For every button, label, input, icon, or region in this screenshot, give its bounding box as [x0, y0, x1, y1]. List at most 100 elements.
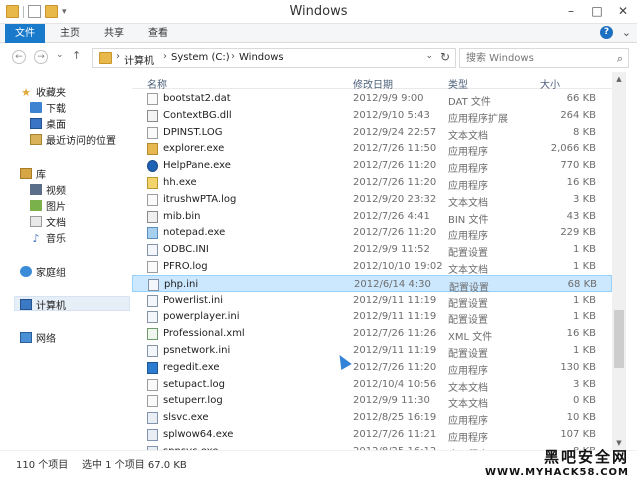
table-row[interactable]: php.ini 2012/6/14 4:30 配置设置 68 KB: [132, 274, 612, 294]
file-type: 应用程序: [448, 231, 488, 243]
file-type: DAT 文件: [448, 97, 491, 108]
table-row[interactable]: setupact.log 2012/10/4 10:56 文本文档 3 KB: [132, 376, 612, 394]
table-row[interactable]: itrushwPTA.log 2012/9/20 23:32 文本文档 3 KB: [132, 191, 612, 209]
table-row[interactable]: mib.bin 2012/7/26 4:41 BIN 文件 43 KB: [132, 208, 612, 226]
search-box[interactable]: ⌕: [459, 48, 629, 68]
address-dropdown-icon[interactable]: ⌄: [425, 51, 433, 61]
sidebar-item-downloads[interactable]: 下载: [30, 100, 66, 115]
table-row[interactable]: PFRO.log 2012/10/10 19:02 文本文档 1 KB: [132, 258, 612, 276]
refresh-icon[interactable]: ↻: [440, 50, 450, 64]
search-input[interactable]: [460, 49, 610, 67]
table-row[interactable]: powerplayer.ini 2012/9/11 11:19 配置设置 1 KB: [132, 308, 612, 326]
sidebar-item-music[interactable]: ♪ 音乐: [30, 230, 66, 245]
table-row[interactable]: HelpPane.exe 2012/7/26 11:20 应用程序 770 KB: [132, 157, 612, 175]
breadcrumb-system-c[interactable]: System (C:): [171, 52, 230, 63]
file-name: DPINST.LOG: [163, 126, 223, 138]
file-date: 2012/7/26 4:41: [353, 210, 430, 222]
minimize-button[interactable]: –: [560, 4, 582, 18]
watermark-url: WWW.MYHACK58.COM: [485, 467, 629, 478]
table-row[interactable]: psnetwork.ini 2012/9/11 11:19 配置设置 1 KB: [132, 342, 612, 360]
file-name: ContextBG.dll: [163, 109, 232, 121]
tab-view[interactable]: 查看: [140, 24, 176, 43]
sidebar-item-network[interactable]: 网络: [20, 330, 56, 345]
sidebar-item-pictures[interactable]: 图片: [30, 198, 66, 213]
maximize-button[interactable]: □: [586, 4, 608, 18]
table-row[interactable]: bootstat2.dat 2012/9/9 9:00 DAT 文件 66 KB: [132, 90, 612, 108]
sidebar-item-homegroup[interactable]: 家庭组: [20, 264, 66, 279]
ini-file-icon: [148, 278, 159, 291]
table-row[interactable]: regedit.exe 2012/7/26 11:20 应用程序 130 KB: [132, 359, 612, 377]
recent-places-icon: [30, 134, 42, 145]
table-row[interactable]: Professional.xml 2012/7/26 11:26 XML 文件 16 …: [132, 325, 612, 344]
back-button[interactable]: ←: [12, 50, 26, 64]
sidebar-item-computer[interactable]: 计算机: [14, 296, 130, 312]
tab-home[interactable]: 主页: [52, 24, 88, 43]
file-name: Powerlist.ini: [163, 294, 223, 306]
table-row[interactable]: explorer.exe 2012/7/26 11:50 应用程序 2,066 KB: [132, 140, 612, 158]
file-name: splwow64.exe: [163, 429, 234, 440]
file-name: HelpPane.exe: [163, 160, 231, 172]
file-size: 66 KB: [566, 93, 596, 104]
documents-icon: [30, 216, 42, 227]
scroll-up-icon[interactable]: ▲: [612, 72, 626, 86]
expand-ribbon-icon[interactable]: ⌄: [622, 26, 631, 39]
address-bar[interactable]: › 计算机 › System (C:) › Windows ⌄ ↻: [92, 48, 456, 68]
breadcrumb-windows[interactable]: Windows: [239, 52, 284, 63]
table-row[interactable]: splwow64.exe 2012/7/26 11:21 应用程序 107 KB: [132, 426, 612, 444]
file-file-icon: [147, 261, 158, 273]
column-header-type[interactable]: 类型: [448, 76, 468, 91]
up-button[interactable]: ↑: [72, 49, 81, 62]
navigation-pane: ★ 收藏夹 下载 桌面 最近访问的位置 库 视频 图片 文档 ♪ 音乐 家庭组 计算…: [0, 72, 132, 450]
search-icon[interactable]: ⌕: [617, 52, 623, 66]
homegroup-icon: [20, 266, 32, 277]
file-type: 配置设置: [448, 298, 488, 310]
close-button[interactable]: ✕: [612, 4, 634, 18]
forward-button[interactable]: →: [34, 50, 48, 64]
ini-file-icon: [147, 244, 158, 257]
file-date: 2012/9/11 11:19: [353, 294, 437, 306]
table-row[interactable]: setuperr.log 2012/9/9 11:30 文本文档 0 KB: [132, 392, 612, 410]
file-size: 2,066 KB: [550, 143, 596, 155]
file-size: 0 KB: [573, 395, 596, 407]
scrollbar-thumb[interactable]: [614, 310, 624, 368]
column-header-name[interactable]: 名称: [147, 76, 167, 91]
dll-file-icon: [147, 109, 158, 122]
file-date: 2012/10/4 10:56: [353, 378, 437, 390]
file-list: 名称 修改日期 类型 大小 bootstat2.dat 2012/9/9 9:00…: [132, 72, 612, 450]
help-icon[interactable]: ?: [600, 26, 613, 39]
column-header-size[interactable]: 大小: [540, 76, 560, 91]
table-row[interactable]: DPINST.LOG 2012/9/24 22:57 文本文档 8 KB: [132, 124, 612, 142]
file-type: 文本文档: [448, 197, 488, 209]
sidebar-item-recent-places[interactable]: 最近访问的位置: [30, 132, 116, 147]
vertical-scrollbar[interactable]: ▲ ▼: [612, 72, 626, 450]
file-name: powerplayer.ini: [163, 311, 240, 323]
file-date: 2012/9/10 5:43: [353, 109, 430, 121]
tab-share[interactable]: 共享: [96, 24, 132, 43]
file-size: 107 KB: [560, 429, 596, 440]
sidebar-item-videos[interactable]: 视频: [30, 182, 66, 197]
watermark-logo: 黑吧安全网 WWW.MYHACK58.COM: [485, 446, 629, 478]
file-type: 文本文档: [448, 130, 488, 142]
recent-locations-icon[interactable]: ⌄: [56, 50, 64, 60]
file-name: Professional.xml: [163, 328, 245, 340]
table-row[interactable]: ODBC.INI 2012/9/9 11:52 配置设置 1 KB: [132, 241, 612, 259]
tab-file[interactable]: 文件: [5, 24, 45, 43]
breadcrumb-computer[interactable]: 计算机: [124, 52, 154, 67]
table-row[interactable]: Powerlist.ini 2012/9/11 11:19 配置设置 1 KB: [132, 292, 612, 310]
exe-file-icon: [147, 412, 158, 425]
file-size: 3 KB: [573, 378, 596, 390]
table-row[interactable]: hh.exe 2012/7/26 11:20 应用程序 16 KB: [132, 174, 612, 192]
file-name: PFRO.log: [163, 261, 208, 272]
table-row[interactable]: notepad.exe 2012/7/26 11:20 应用程序 229 KB: [132, 224, 612, 243]
help-file-icon: [147, 160, 158, 173]
file-file-icon: [147, 395, 158, 408]
sidebar-item-desktop[interactable]: 桌面: [30, 116, 66, 131]
table-row[interactable]: ContextBG.dll 2012/9/10 5:43 应用程序扩展 264 KB: [132, 107, 612, 125]
file-type: XML 文件: [448, 332, 493, 344]
regedit-file-icon: [147, 361, 158, 374]
sidebar-item-documents[interactable]: 文档: [30, 214, 66, 229]
sidebar-item-libraries[interactable]: 库: [20, 166, 46, 181]
sidebar-item-favorites[interactable]: ★ 收藏夹: [20, 84, 66, 99]
table-row[interactable]: slsvc.exe 2012/8/25 16:19 应用程序 10 KB: [132, 409, 612, 427]
column-header-date[interactable]: 修改日期: [353, 76, 393, 91]
